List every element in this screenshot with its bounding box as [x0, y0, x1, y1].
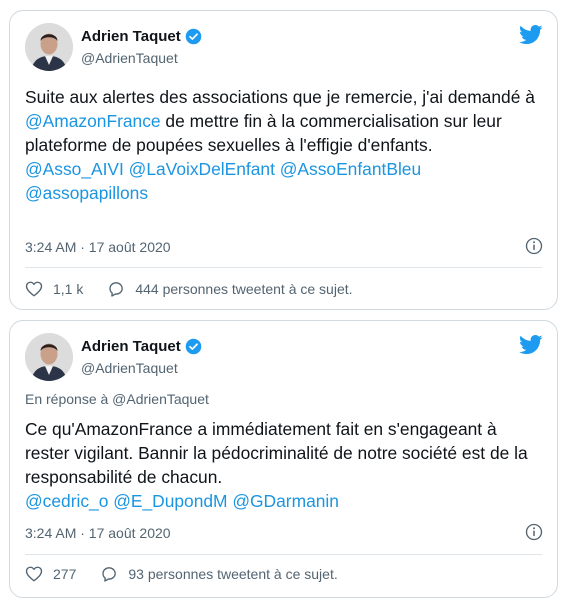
mention-link[interactable]: @AmazonFrance	[25, 111, 161, 131]
heart-icon	[25, 281, 43, 297]
verified-badge-icon	[185, 338, 202, 355]
retweet-summary: 93 personnes tweetent à ce sujet.	[128, 566, 338, 582]
timestamp[interactable]: 3:24 AM · 17 août 2020	[25, 525, 171, 541]
conversation-link[interactable]: 444 personnes tweetent à ce sujet.	[107, 280, 353, 298]
speech-bubble-icon	[102, 567, 117, 582]
verified-badge-icon	[185, 28, 202, 45]
mention-tags[interactable]: @Asso_AIVI @LaVoixDelEnfant @AssoEnfantB…	[25, 157, 545, 205]
like-count: 277	[53, 566, 77, 582]
author-handle[interactable]: @AdrienTaquet	[81, 360, 178, 376]
author-handle[interactable]: @AdrienTaquet	[81, 50, 178, 66]
mention-tags[interactable]: @cedric_o @E_DupondM @GDarmanin	[25, 489, 545, 513]
author-name[interactable]: Adrien Taquet	[81, 28, 181, 45]
like-button[interactable]: 277	[25, 565, 76, 583]
tweet-card-1[interactable]: Adrien Taquet @AdrienTaquet Suite aux al…	[9, 10, 558, 310]
author-row: Adrien Taquet	[81, 338, 202, 355]
divider	[25, 267, 542, 268]
timestamp[interactable]: 3:24 AM · 17 août 2020	[25, 239, 171, 255]
like-count: 1,1 k	[53, 281, 84, 297]
tweet-text-part: Suite aux alertes des associations que j…	[25, 87, 535, 107]
like-button[interactable]: 1,1 k	[25, 280, 83, 298]
avatar[interactable]	[25, 333, 73, 381]
info-icon[interactable]	[525, 237, 543, 255]
heart-icon	[25, 566, 43, 582]
author-row: Adrien Taquet	[81, 28, 202, 45]
tweet-actions: 1,1 k 444 personnes tweetent à ce sujet.	[25, 280, 353, 298]
avatar[interactable]	[25, 23, 73, 71]
tweet-card-2[interactable]: Adrien Taquet @AdrienTaquet En réponse à…	[9, 320, 558, 598]
tweet-text: Suite aux alertes des associations que j…	[25, 85, 545, 205]
info-icon[interactable]	[525, 523, 543, 541]
tweet-actions: 277 93 personnes tweetent à ce sujet.	[25, 565, 338, 583]
tweet-text: Ce qu'AmazonFrance a immédiatement fait …	[25, 417, 545, 513]
twitter-bird-icon[interactable]	[519, 335, 543, 355]
avatar-photo	[25, 23, 73, 71]
avatar-photo	[25, 333, 73, 381]
reply-context[interactable]: En réponse à @AdrienTaquet	[25, 391, 209, 407]
retweet-summary: 444 personnes tweetent à ce sujet.	[135, 281, 353, 297]
divider	[25, 554, 542, 555]
tweet-text-part: Ce qu'AmazonFrance a immédiatement fait …	[25, 419, 528, 487]
speech-bubble-icon	[109, 282, 124, 297]
twitter-bird-icon[interactable]	[519, 25, 543, 45]
conversation-link[interactable]: 93 personnes tweetent à ce sujet.	[100, 565, 338, 583]
author-name[interactable]: Adrien Taquet	[81, 338, 181, 355]
